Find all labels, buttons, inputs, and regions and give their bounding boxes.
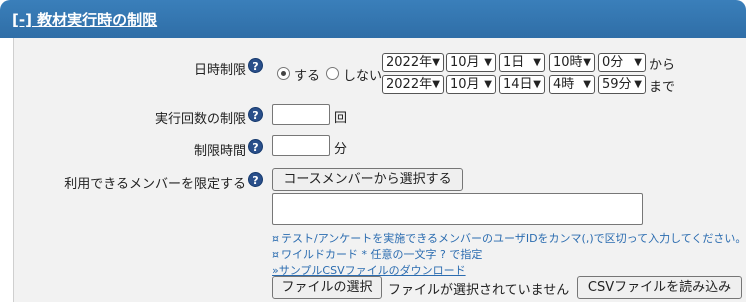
file-status-text: ファイルが選択されていません — [388, 283, 570, 298]
chevron-down-icon: ▼ — [533, 57, 541, 68]
settings-panel: 日時制限 ? する しない 2022年 ▼ 10月 ▼ 1日 ▼ 10時 ▼ 0分 ▼ か… — [13, 38, 746, 302]
member-note-1: ¤ テスト/アンケートを実施できるメンバーのユーザIDをカンマ(,)で区切って入力… — [272, 232, 746, 245]
time-limit-unit: 分 — [334, 142, 348, 157]
date-limit-label: 日時制限 — [193, 63, 246, 78]
member-note-2: ¤ ワイルドカード * 任意の一文字 ? で指定 — [272, 248, 483, 261]
chevron-down-icon: ▼ — [484, 57, 492, 68]
exec-count-input[interactable] — [272, 104, 330, 125]
end-suffix: まで — [649, 80, 676, 95]
chevron-down-icon: ▼ — [533, 79, 541, 90]
start-suffix: から — [649, 58, 676, 73]
exec-count-label-group: 実行回数の制限 ? — [14, 107, 263, 127]
date-limit-off-label: しない — [343, 69, 383, 84]
members-label-group: 利用できるメンバーを限定する ? — [14, 172, 263, 192]
chevron-down-icon: ▼ — [432, 79, 440, 90]
date-limit-off-radio[interactable] — [326, 67, 339, 80]
chevron-down-icon: ▼ — [583, 57, 591, 68]
chevron-down-icon: ▼ — [634, 57, 642, 68]
start-year-select[interactable]: 2022年 ▼ — [382, 53, 444, 72]
question-help-icon[interactable]: ? — [248, 107, 263, 122]
exec-count-label: 実行回数の制限 — [154, 112, 246, 127]
end-minute-select[interactable]: 59分 ▼ — [598, 75, 646, 94]
question-help-icon[interactable]: ? — [248, 139, 263, 154]
date-limit-on-radio[interactable] — [277, 67, 290, 80]
member-ids-textarea[interactable] — [272, 193, 643, 225]
section-toggle-link[interactable]: [-] 教材実行時の制限 — [12, 9, 157, 30]
chevron-down-icon: ▼ — [583, 79, 591, 90]
end-month-select[interactable]: 10月 ▼ — [446, 75, 496, 94]
date-limit-label-group: 日時制限 ? — [14, 58, 263, 78]
start-minute-select[interactable]: 0分 ▼ — [598, 53, 646, 72]
time-limit-label: 制限時間 — [193, 144, 246, 159]
start-hour-select[interactable]: 10時 ▼ — [549, 53, 595, 72]
exec-count-unit: 回 — [334, 111, 348, 126]
start-month-select[interactable]: 10月 ▼ — [446, 53, 496, 72]
time-limit-label-group: 制限時間 ? — [14, 139, 263, 159]
end-day-select[interactable]: 14日 ▼ — [499, 75, 545, 94]
csv-load-button[interactable]: CSVファイルを読み込み — [577, 276, 742, 299]
chevron-down-icon: ▼ — [432, 57, 440, 68]
chevron-down-icon: ▼ — [634, 79, 642, 90]
file-select-button[interactable]: ファイルの選択 — [272, 276, 382, 299]
end-year-select[interactable]: 2022年 ▼ — [382, 75, 444, 94]
section-header: [-] 教材実行時の制限 — [0, 0, 746, 38]
date-limit-on-label: する — [294, 69, 321, 84]
course-member-select-button[interactable]: コースメンバーから選択する — [272, 168, 463, 191]
time-limit-input[interactable] — [272, 135, 330, 156]
members-label: 利用できるメンバーを限定する — [64, 177, 246, 192]
start-day-select[interactable]: 1日 ▼ — [499, 53, 545, 72]
end-hour-select[interactable]: 4時 ▼ — [549, 75, 595, 94]
question-help-icon[interactable]: ? — [248, 58, 263, 73]
chevron-down-icon: ▼ — [484, 79, 492, 90]
question-help-icon[interactable]: ? — [248, 172, 263, 187]
